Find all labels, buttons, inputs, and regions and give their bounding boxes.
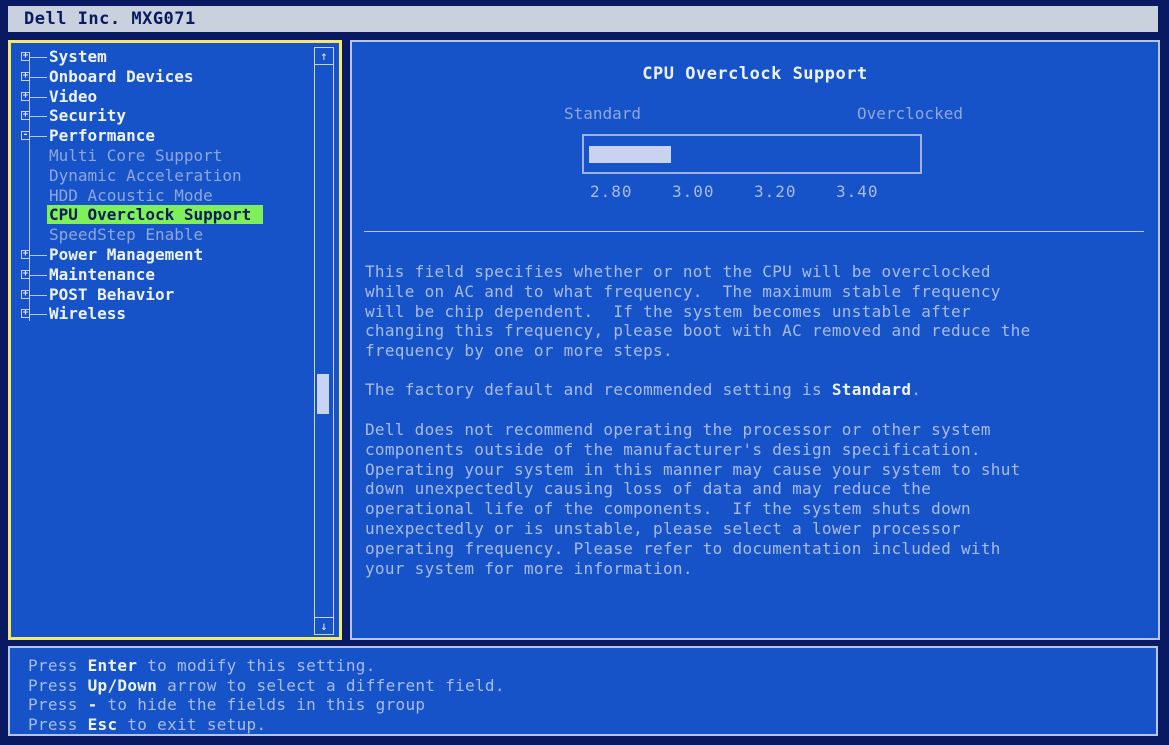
tree-group-item[interactable]: + Security — [15, 106, 311, 126]
default-setting-note: The factory default and recommended sett… — [365, 380, 1155, 400]
tree-scrollbar[interactable]: ↑ ↓ — [314, 47, 334, 635]
tree-connector-line — [30, 116, 47, 118]
slider-min-label: Standard — [564, 104, 642, 123]
help-text: Press — [28, 656, 88, 675]
help-text: Press — [28, 714, 88, 734]
expand-plus-icon[interactable]: + — [21, 309, 30, 319]
help-text: arrow to select a different field. — [157, 675, 505, 695]
help-text: to modify this setting. — [137, 656, 376, 675]
tree-connector-line — [30, 314, 47, 316]
tree-connector-line — [30, 57, 47, 58]
scroll-thumb[interactable] — [317, 374, 329, 414]
slider-tick-label: 3.00 — [672, 182, 715, 201]
tree-group-item[interactable]: + Video — [15, 87, 311, 107]
help-text: to exit setup. — [117, 714, 267, 734]
expand-plus-icon[interactable]: + — [21, 71, 30, 81]
tree-setting-item[interactable]: Dynamic Acceleration — [15, 166, 311, 186]
help-key: - — [87, 695, 98, 714]
expand-plus-icon[interactable]: + — [21, 249, 30, 259]
setup-tree: + System + Onboard Devices + Video + Security - P… — [15, 47, 311, 324]
help-line: Press Up/Down arrow to select a differen… — [28, 676, 505, 695]
tree-item-label: Power Management — [49, 244, 204, 264]
tree-item-label: SpeedStep Enable — [49, 225, 204, 245]
help-text: to hide the fields in this group — [97, 695, 426, 714]
tree-group-item[interactable]: + System — [15, 47, 311, 67]
tree-setting-item[interactable]: SpeedStep Enable — [15, 225, 311, 245]
warning-paragraph: Dell does not recommend operating the pr… — [365, 420, 1021, 578]
scroll-up-arrow-icon[interactable]: ↑ — [315, 48, 333, 65]
help-key: Up/Down — [87, 675, 158, 695]
expand-plus-icon[interactable]: + — [21, 289, 30, 299]
tree-group-item[interactable]: + Onboard Devices — [15, 67, 311, 87]
help-line: Press - to hide the fields in this group — [28, 695, 425, 714]
collapse-minus-icon[interactable]: - — [21, 131, 30, 141]
frequency-slider[interactable] — [582, 134, 922, 174]
help-key: Enter — [87, 656, 138, 675]
setting-detail-panel: CPU Overclock Support Standard Overclock… — [350, 40, 1160, 640]
help-line: Press Enter to modify this setting. — [28, 656, 376, 675]
slider-tick-label: 2.80 — [590, 182, 633, 201]
default-value: Standard — [831, 380, 912, 399]
tree-setting-item[interactable]: CPU Overclock Support — [15, 205, 311, 225]
description-paragraph: This field specifies whether or not the … — [365, 262, 1031, 361]
tree-connector-line — [30, 254, 47, 256]
tree-group-item[interactable]: + Wireless — [15, 304, 311, 324]
tree-item-label: Multi Core Support — [49, 145, 223, 165]
bios-screen: Dell Inc. MXG071 + System + Onboard Devices… — [0, 0, 1169, 745]
window-title: Dell Inc. MXG071 — [8, 6, 1158, 32]
tree-item-label: Wireless — [49, 304, 127, 324]
setting-title: CPU Overclock Support — [642, 64, 868, 84]
tree-item-label: Video — [49, 86, 98, 106]
slider-max-label: Overclocked — [857, 104, 963, 123]
expand-plus-icon[interactable]: + — [21, 111, 30, 121]
tree-connector-line — [30, 274, 47, 276]
tree-connector-line — [30, 136, 47, 138]
expand-plus-icon[interactable]: + — [21, 52, 30, 61]
expand-plus-icon[interactable]: + — [21, 91, 30, 101]
tree-group-item[interactable]: + POST Behavior — [15, 285, 311, 305]
tree-connector-line — [30, 294, 47, 296]
slider-fill — [589, 146, 671, 163]
tree-item-label: Security — [49, 106, 127, 126]
default-note-prefix: The factory default and recommended sett… — [365, 380, 832, 399]
divider — [364, 231, 1144, 232]
default-note-suffix: . — [911, 380, 922, 399]
tree-group-item[interactable]: + Maintenance — [15, 265, 311, 285]
tree-item-label: CPU Overclock Support — [47, 205, 264, 225]
tree-item-label: System — [49, 47, 107, 66]
tree-item-label: Maintenance — [49, 264, 155, 284]
slider-tick-label: 3.20 — [754, 182, 797, 201]
tree-item-label: Performance — [49, 126, 155, 146]
help-text: Press — [28, 675, 88, 695]
slider-tick-label: 3.40 — [836, 182, 879, 201]
tree-connector-line — [30, 76, 47, 78]
expand-plus-icon[interactable]: + — [21, 269, 30, 279]
setup-tree-panel: + System + Onboard Devices + Video + Security - P… — [8, 40, 342, 640]
tree-item-label: Dynamic Acceleration — [49, 165, 242, 185]
tree-group-item[interactable]: - Performance — [15, 126, 311, 146]
tree-item-label: POST Behavior — [49, 284, 175, 304]
tree-connector-line — [30, 96, 47, 98]
help-key: Esc — [87, 714, 118, 734]
tree-item-label: HDD Acoustic Mode — [49, 185, 213, 205]
slider-ticks: 2.80 3.00 3.20 3.40 — [590, 182, 910, 202]
help-panel: Press Enter to modify this setting. Pres… — [8, 646, 1158, 736]
tree-setting-item[interactable]: Multi Core Support — [15, 146, 311, 166]
tree-group-item[interactable]: + Power Management — [15, 245, 311, 265]
help-line: Press Esc to exit setup. — [28, 715, 266, 734]
tree-setting-item[interactable]: HDD Acoustic Mode — [15, 186, 311, 206]
tree-item-label: Onboard Devices — [49, 66, 194, 86]
scroll-down-arrow-icon[interactable]: ↓ — [315, 617, 333, 634]
help-text: Press — [28, 695, 88, 714]
